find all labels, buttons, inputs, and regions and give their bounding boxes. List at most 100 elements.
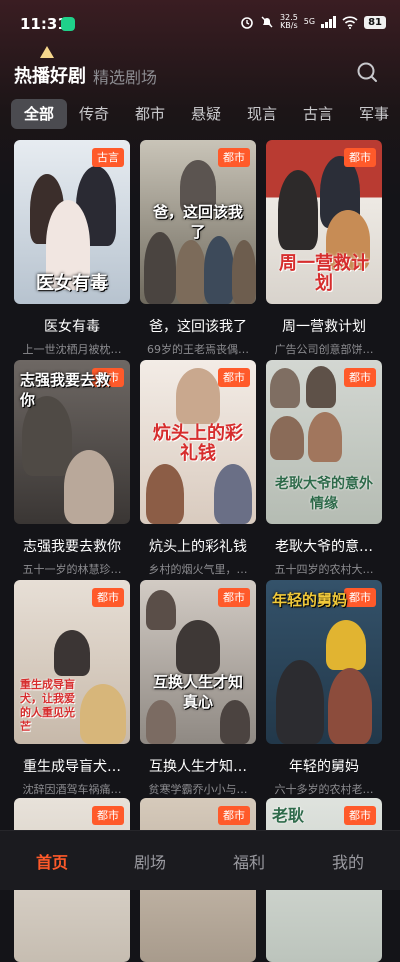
nav-rewards[interactable]: 福利: [199, 849, 299, 873]
drama-description: 沈辞因酒驾车祸痛…: [22, 783, 122, 796]
nav-theater[interactable]: 剧场: [100, 849, 200, 873]
figure: [276, 660, 324, 744]
tab-military[interactable]: 军事: [352, 99, 396, 129]
genre-badge: 都市: [218, 588, 250, 607]
drama-description: 六十多岁的农村老…: [274, 783, 374, 796]
figure: [306, 366, 336, 408]
genre-badge: 都市: [218, 148, 250, 167]
alarm-icon: [241, 17, 253, 29]
drama-card[interactable]: 都市 年轻的舅妈 年轻的舅妈 六十多岁的农村老…: [266, 580, 382, 797]
drama-description: 69岁的王老焉丧偶…: [147, 343, 249, 356]
figure: [176, 240, 206, 304]
figure: [146, 590, 176, 630]
figure: [278, 170, 318, 250]
genre-badge: 都市: [218, 806, 250, 825]
poster-title: 医女有毒: [36, 273, 108, 294]
drama-card[interactable]: 都市 爸，这回该我了 爸，这回该我了 69岁的王老焉丧偶…: [140, 140, 256, 357]
status-icons: 32.5 KB/s 5G 81: [240, 14, 386, 30]
dog-figure: [80, 684, 126, 744]
poster-title: 周一营救计划: [279, 253, 369, 294]
figure: [144, 232, 176, 304]
page-title[interactable]: 热播好剧: [14, 62, 86, 88]
poster-title: 炕头上的彩礼钱: [153, 423, 243, 464]
drama-title: 老耿大爷的意…: [275, 539, 373, 555]
drama-card[interactable]: 都市 老耿大爷的意外情缘 老耿大爷的意… 五十四岁的农村大…: [266, 360, 382, 577]
figure: [176, 620, 220, 674]
poster[interactable]: 都市 炕头上的彩礼钱: [140, 360, 256, 524]
search-icon[interactable]: [356, 61, 378, 83]
section-tab-featured[interactable]: 精选剧场: [93, 64, 157, 88]
drama-title: 医女有毒: [44, 319, 100, 335]
drama-title: 年轻的舅妈: [289, 759, 359, 775]
figure: [326, 620, 366, 670]
figure: [270, 368, 300, 408]
poster[interactable]: 都市 年轻的舅妈: [266, 580, 382, 744]
poster[interactable]: 都市 老耿大爷的意外情缘: [266, 360, 382, 524]
network-type: 5G: [303, 17, 316, 26]
figure: [176, 368, 220, 424]
drama-title: 周一营救计划: [282, 319, 366, 335]
drama-card[interactable]: 都市 炕头上的彩礼钱 炕头上的彩礼钱 乡村的烟火气里，…: [140, 360, 256, 577]
genre-badge: 都市: [218, 368, 250, 387]
drama-card[interactable]: 都市 周一营救计划 周一营救计划 广告公司创意部饼…: [266, 140, 382, 357]
drama-description: 上一世沈栖月被枕…: [22, 343, 122, 356]
drama-card[interactable]: 都市 互换人生才知真心 互换人生才知… 贫寒学霸乔小小与…: [140, 580, 256, 797]
poster[interactable]: 都市 周一营救计划: [266, 140, 382, 304]
poster-title: 年轻的舅妈: [272, 591, 348, 609]
drama-description: 五十四岁的农村大…: [274, 563, 374, 576]
drama-description: 贫寒学霸乔小小与…: [148, 783, 248, 796]
tab-modern-romance[interactable]: 现言: [240, 99, 284, 129]
drama-card[interactable]: 古言 医女有毒 医女有毒 上一世沈栖月被枕…: [14, 140, 130, 357]
tab-suspense[interactable]: 悬疑: [184, 99, 228, 129]
drama-title: 互换人生才知…: [149, 759, 247, 775]
tab-legend[interactable]: 传奇: [72, 99, 116, 129]
poster-title: 志强我要去救你: [20, 371, 111, 409]
poster-title: 互换人生才知真心: [152, 673, 243, 711]
figure: [204, 236, 234, 304]
genre-badge: 都市: [344, 368, 376, 387]
drama-description: 乡村的烟火气里，…: [148, 563, 248, 576]
drama-card[interactable]: 都市 重生成导盲犬，让我爱的人重见光芒 重生成导盲犬… 沈辞因酒驾车祸痛…: [14, 580, 130, 797]
genre-badge: 都市: [92, 588, 124, 607]
poster[interactable]: 都市 志强我要去救你: [14, 360, 130, 524]
drama-description: 五十一岁的林慧珍…: [22, 563, 122, 576]
status-bar: 11:31 32.5 KB/s 5G 81: [0, 0, 400, 46]
genre-badge: 都市: [344, 148, 376, 167]
category-tabs: 全部 传奇 都市 悬疑 现言 古言 军事: [0, 99, 400, 129]
drama-title: 志强我要去救你: [23, 539, 121, 555]
drama-title: 爸，这回该我了: [149, 319, 247, 335]
poster[interactable]: 都市 爸，这回该我了: [140, 140, 256, 304]
figure: [232, 240, 256, 304]
poster[interactable]: 古言 医女有毒: [14, 140, 130, 304]
figure: [54, 630, 90, 676]
genre-badge: 都市: [92, 806, 124, 825]
tab-all[interactable]: 全部: [11, 99, 67, 129]
poster-title: 重生成导盲犬，让我爱的人重见光芒: [20, 678, 75, 733]
drama-title: 炕头上的彩礼钱: [149, 539, 247, 555]
signal-icon: [321, 16, 337, 28]
poster-title: 老耿大爷的意外情缘: [275, 476, 373, 512]
battery-indicator: 81: [364, 15, 386, 29]
genre-badge: 古言: [92, 148, 124, 167]
crown-logo-icon: [40, 46, 54, 58]
wifi-icon: [342, 15, 358, 29]
page-header: 热播好剧 精选剧场: [0, 46, 400, 92]
nav-home[interactable]: 首页: [2, 849, 102, 873]
nav-profile[interactable]: 我的: [298, 849, 398, 873]
mute-bell-icon: [261, 16, 273, 28]
figure: [328, 668, 372, 744]
tab-historical-romance[interactable]: 古言: [296, 99, 340, 129]
poster-title: 老耿: [272, 806, 305, 825]
tab-urban[interactable]: 都市: [128, 99, 172, 129]
poster-title: 爸，这回该我了: [152, 203, 243, 241]
figure: [214, 464, 252, 524]
figure: [308, 412, 342, 462]
drama-title: 重生成导盲犬…: [23, 759, 121, 775]
poster[interactable]: 都市 互换人生才知真心: [140, 580, 256, 744]
poster[interactable]: 都市 重生成导盲犬，让我爱的人重见光芒: [14, 580, 130, 744]
bottom-nav: 首页 剧场 福利 我的: [0, 830, 400, 890]
app-notification-icon: [61, 17, 75, 31]
drama-card[interactable]: 都市 志强我要去救你 志强我要去救你 五十一岁的林慧珍…: [14, 360, 130, 577]
figure: [270, 416, 304, 460]
network-speed: 32.5 KB/s: [279, 13, 298, 30]
